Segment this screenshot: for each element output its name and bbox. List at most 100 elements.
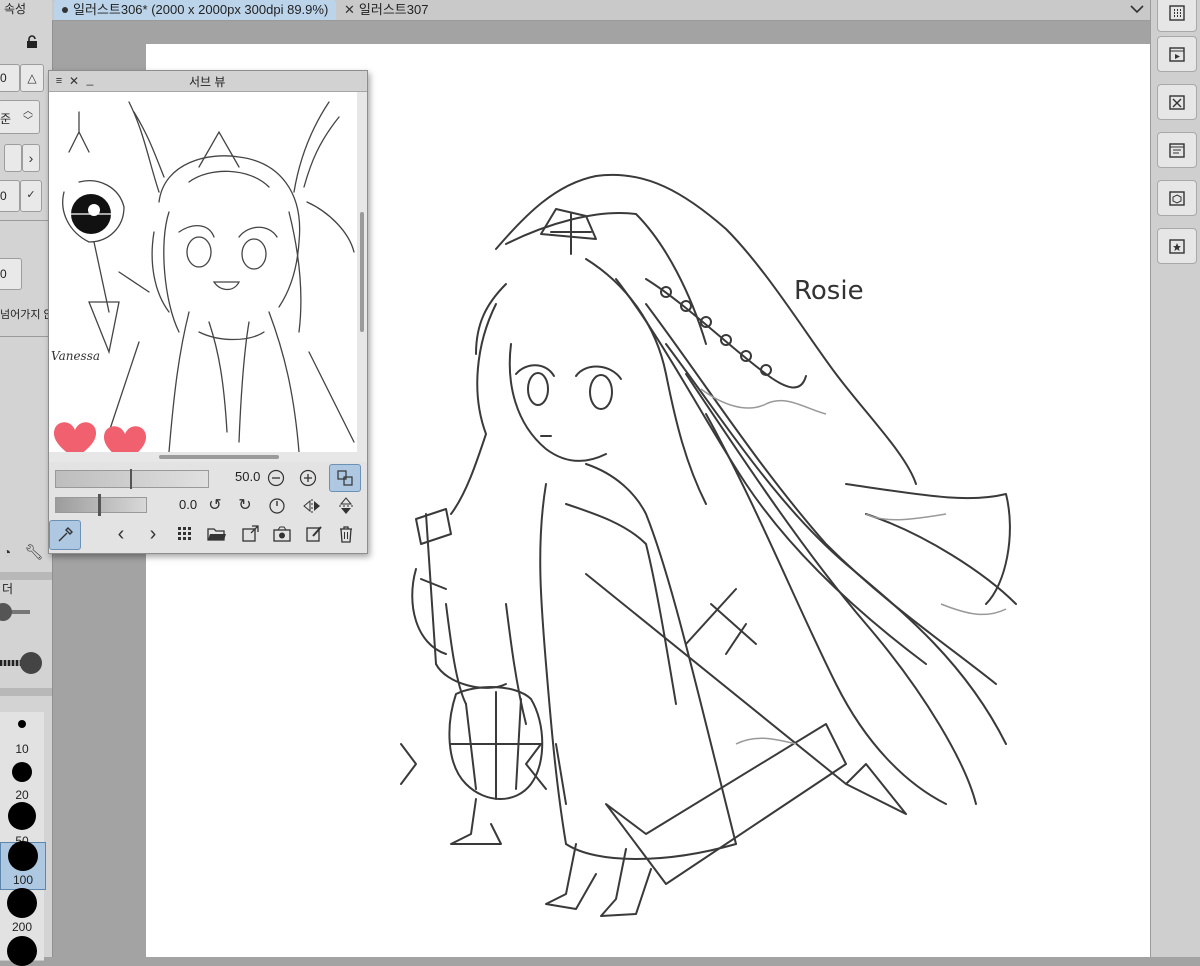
- value-c: 0: [0, 267, 7, 281]
- value-box-b[interactable]: 0: [0, 180, 20, 212]
- settings-icon[interactable]: ◔: [0, 543, 14, 561]
- eyedropper-button[interactable]: [49, 520, 81, 550]
- sub-view-reference-image[interactable]: Vanessa: [49, 92, 357, 462]
- panel-title: 속성: [4, 2, 27, 16]
- import-image-icon[interactable]: [239, 523, 261, 545]
- rotate-value: 0.0: [179, 497, 198, 512]
- brush-dot: [8, 841, 38, 871]
- divider: [0, 336, 52, 337]
- canvas-signature: Rosie: [794, 276, 864, 306]
- brush-size-item[interactable]: 200: [0, 888, 44, 937]
- select-box[interactable]: 준 ︿ ﹀: [0, 100, 40, 134]
- animation-icon: [1167, 44, 1187, 64]
- chevron-down-icon[interactable]: [1128, 0, 1146, 18]
- divider: [0, 220, 52, 221]
- favorites-button[interactable]: [1157, 228, 1197, 264]
- tab-illust307[interactable]: ✕ 일러스트307: [340, 0, 490, 20]
- slider-thumb-2[interactable]: [20, 652, 42, 674]
- reference-sketch: Vanessa: [51, 101, 355, 462]
- timeline-icon: [1167, 92, 1187, 112]
- flip-vertical-icon[interactable]: [335, 496, 357, 516]
- fit-view-icon: [337, 470, 353, 486]
- reference-signature: Vanessa: [51, 349, 100, 363]
- tool-property-panel: 속성 0 △ 준 ︿ ﹀ › 0 ✓ 0 넘어가지 않 ◔ 🔧︎ 더 10 20…: [0, 0, 54, 966]
- grid-view-icon[interactable]: [175, 524, 195, 544]
- check-button[interactable]: ✓: [20, 180, 42, 212]
- flip-horizontal-icon[interactable]: [301, 496, 323, 516]
- menu-icon[interactable]: ≡: [52, 73, 66, 89]
- value-box-a[interactable]: 0: [0, 64, 20, 92]
- next-icon[interactable]: ›: [143, 523, 163, 545]
- rotate-slider-handle[interactable]: [98, 494, 101, 516]
- option-label[interactable]: 넘어가지 않: [0, 306, 54, 322]
- chevron-right-icon: ›: [28, 150, 34, 166]
- zoom-slider[interactable]: [55, 469, 209, 489]
- wrench-icon[interactable]: 🔧︎: [24, 543, 44, 561]
- sub-view-titlebar[interactable]: ≡ ✕ _ 서브 뷰: [49, 71, 367, 92]
- value-a: 0: [0, 71, 7, 85]
- brush-size-item-selected[interactable]: 100: [0, 841, 46, 890]
- folder-open-icon[interactable]: [206, 524, 228, 544]
- tab-label: 일러스트306* (2000 x 2000px 300dpi 89.9%): [73, 2, 329, 17]
- tab-illust306[interactable]: 일러스트306* (2000 x 2000px 300dpi 89.9%): [54, 0, 336, 20]
- triangle-button[interactable]: △: [20, 64, 44, 92]
- brush-size-label: 100: [12, 873, 34, 887]
- horizontal-scrollbar[interactable]: [49, 452, 357, 462]
- eyedropper-icon: [58, 527, 73, 542]
- previous-icon[interactable]: ‹: [111, 523, 131, 545]
- trash-icon[interactable]: [335, 523, 357, 545]
- value-box-c[interactable]: 0: [0, 258, 22, 290]
- section-title: 더: [2, 582, 14, 596]
- material-button[interactable]: [1157, 180, 1197, 216]
- rotate-slider[interactable]: [55, 494, 147, 516]
- next-button[interactable]: ›: [22, 144, 40, 172]
- divider: [0, 572, 52, 580]
- rotate-left-icon[interactable]: ↺: [205, 496, 225, 516]
- color-box[interactable]: [4, 144, 22, 172]
- unsaved-dot-icon: [62, 7, 68, 13]
- lock-icon[interactable]: [24, 34, 40, 50]
- tab-label: 일러스트307: [358, 2, 429, 17]
- layer-panel-button[interactable]: [1157, 132, 1197, 168]
- document-tab-bar: 일러스트306* (2000 x 2000px 300dpi 89.9%) ✕ 일…: [52, 0, 1150, 21]
- animation-button[interactable]: [1157, 36, 1197, 72]
- brush-size-label: 10: [15, 742, 29, 756]
- layer-panel-icon: [1167, 140, 1187, 160]
- command-bar-button[interactable]: [1157, 0, 1197, 32]
- updown-icon: ︿ ﹀: [23, 106, 33, 127]
- scrollbar-thumb[interactable]: [159, 455, 279, 459]
- brush-dot: [12, 762, 32, 782]
- right-toolbar: [1150, 0, 1200, 957]
- brush-dot: [7, 936, 37, 966]
- brush-size-item[interactable]: 10: [0, 712, 44, 759]
- vertical-scrollbar[interactable]: [357, 92, 367, 462]
- material-icon: [1167, 188, 1187, 208]
- rotate-right-icon[interactable]: ↻: [235, 496, 255, 516]
- edit-icon[interactable]: [303, 523, 325, 545]
- brush-size-label: 200: [11, 920, 33, 934]
- reset-rotation-icon[interactable]: [267, 496, 287, 516]
- brush-dot: [18, 720, 26, 728]
- divider: [0, 688, 52, 696]
- scrollbar-thumb[interactable]: [360, 212, 364, 332]
- slider-thumb[interactable]: [0, 603, 12, 621]
- close-icon[interactable]: ✕: [344, 2, 355, 17]
- zoom-in-icon[interactable]: [298, 468, 318, 488]
- check-icon: ✓: [26, 188, 36, 201]
- brush-size-item[interactable]: [0, 936, 44, 966]
- select-value: 준: [0, 112, 12, 126]
- zoom-out-icon[interactable]: [266, 468, 286, 488]
- timeline-button[interactable]: [1157, 84, 1197, 120]
- star-icon: [1167, 236, 1187, 256]
- grid-icon: [1167, 3, 1187, 23]
- brush-size-item[interactable]: 20: [0, 758, 44, 805]
- triangle-icon: △: [27, 71, 37, 85]
- zoom-slider-handle[interactable]: [130, 469, 132, 489]
- sub-view-panel: ≡ ✕ _ 서브 뷰 Vanessa 50.0 0.0 ↺ ↻ ‹ ›: [48, 70, 368, 554]
- camera-icon[interactable]: [271, 523, 293, 545]
- minimize-icon[interactable]: _: [83, 71, 97, 87]
- brush-dot: [8, 802, 36, 830]
- value-b: 0: [0, 189, 7, 203]
- close-icon[interactable]: ✕: [67, 73, 81, 89]
- fit-view-button[interactable]: [329, 464, 361, 492]
